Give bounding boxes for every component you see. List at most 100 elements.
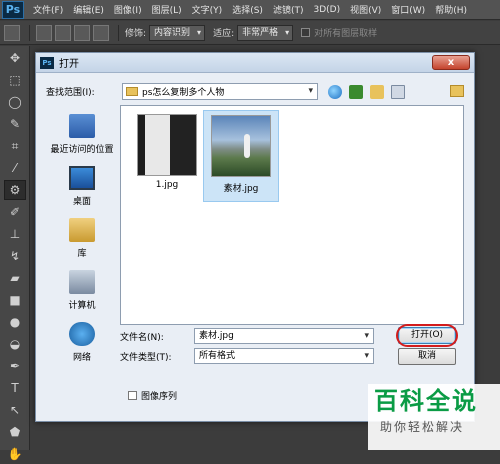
subtract-selection-icon[interactable] xyxy=(74,24,90,41)
quick-select-tool-icon[interactable]: ✎ xyxy=(4,114,26,134)
folder-browse-icon[interactable] xyxy=(450,85,464,97)
add-selection-icon[interactable] xyxy=(55,24,71,41)
place-label: 计算机 xyxy=(68,301,96,311)
gradient-tool-icon[interactable]: ■ xyxy=(4,290,26,310)
filename-input[interactable]: 素材.jpg xyxy=(194,328,374,344)
menu-window[interactable]: 窗口(W) xyxy=(386,3,430,16)
new-folder-icon[interactable] xyxy=(370,84,384,99)
patch-tool-icon[interactable]: ⚙ xyxy=(4,180,26,200)
menu-view[interactable]: 视图(V) xyxy=(345,3,386,16)
mode-select[interactable]: 内容识别 xyxy=(149,24,206,41)
watermark-subtitle: 助你轻松解决 xyxy=(380,420,465,434)
menu-select[interactable]: 选择(S) xyxy=(227,3,268,16)
watermark-logo: 百科全说 助你轻松解决 xyxy=(368,384,500,450)
place-label: 桌面 xyxy=(72,197,91,207)
filename-row: 文件名(N): 素材.jpg xyxy=(120,328,374,344)
network-icon xyxy=(69,322,95,346)
computer-icon xyxy=(69,270,95,294)
menu-help[interactable]: 帮助(H) xyxy=(430,3,472,16)
open-dialog: Ps 打开 x 查找范围(I): ps怎么复制多个人物 最近访问的位置 桌面 库 xyxy=(35,52,475,422)
recent-places-icon xyxy=(69,114,95,138)
cancel-button[interactable]: 取消 xyxy=(398,348,456,365)
file-name: 1.jpg xyxy=(155,180,179,190)
close-button[interactable]: x xyxy=(432,55,470,70)
filename-label: 文件名(N): xyxy=(120,332,164,343)
tool-preset-icon[interactable] xyxy=(4,24,20,41)
place-computer[interactable]: 计算机 xyxy=(46,261,118,313)
history-brush-tool-icon[interactable]: ↯ xyxy=(4,246,26,266)
file-thumbnail xyxy=(211,115,271,177)
pen-tool-icon[interactable]: ✒ xyxy=(4,356,26,376)
menu-image[interactable]: 图像(I) xyxy=(109,3,147,16)
move-tool-icon[interactable]: ✥ xyxy=(4,48,26,68)
hand-tool-icon[interactable]: ✋ xyxy=(4,444,26,464)
blur-tool-icon[interactable]: ● xyxy=(4,312,26,332)
library-icon xyxy=(69,218,95,242)
place-desktop[interactable]: 桌面 xyxy=(46,157,118,209)
back-icon[interactable] xyxy=(328,84,342,99)
place-library[interactable]: 库 xyxy=(46,209,118,261)
place-network[interactable]: 网络 xyxy=(46,313,118,365)
type-tool-icon[interactable]: T xyxy=(4,378,26,398)
look-in-value: ps怎么复制多个人物 xyxy=(142,88,225,98)
look-in-select[interactable]: ps怎么复制多个人物 xyxy=(122,83,318,100)
lasso-tool-icon[interactable]: ◯ xyxy=(4,92,26,112)
file-name: 素材.jpg xyxy=(223,184,259,194)
intersect-selection-icon[interactable] xyxy=(93,24,109,41)
stamp-tool-icon[interactable]: ⊥ xyxy=(4,224,26,244)
place-label: 最近访问的位置 xyxy=(50,145,114,155)
place-label: 网络 xyxy=(72,353,91,363)
file-item-sucai[interactable]: 素材.jpg xyxy=(203,110,279,202)
menu-layer[interactable]: 图层(L) xyxy=(147,3,187,16)
adaptation-select[interactable]: 非常严格 xyxy=(237,24,294,41)
menu-file[interactable]: 文件(F) xyxy=(28,3,68,16)
place-label: 库 xyxy=(77,249,87,259)
new-selection-icon[interactable] xyxy=(36,24,52,41)
dialog-title: 打开 xyxy=(59,59,79,70)
adaptation-label: 适应: xyxy=(213,29,235,39)
dodge-tool-icon[interactable]: ◒ xyxy=(4,334,26,354)
mode-label: 修饰: xyxy=(125,29,147,39)
filetype-select[interactable]: 所有格式 xyxy=(194,348,374,364)
image-sequence-label: 图像序列 xyxy=(141,392,178,402)
photoshop-logo: Ps xyxy=(2,0,24,19)
sample-all-layers-checkbox[interactable] xyxy=(301,28,311,37)
sample-all-layers-label: 对所有图层取样 xyxy=(314,29,378,39)
shape-tool-icon[interactable]: ⬟ xyxy=(4,422,26,442)
tools-panel: ✥ ⬚ ◯ ✎ ⌗ ⁄ ⚙ ✐ ⊥ ↯ ▰ ■ ● ◒ ✒ T ↖ ⬟ ✋ xyxy=(0,46,30,461)
look-in-label: 查找范围(I): xyxy=(46,88,95,98)
place-recent[interactable]: 最近访问的位置 xyxy=(46,105,118,157)
menu-bar: Ps 文件(F) 编辑(E) 图像(I) 图层(L) 文字(Y) 选择(S) 滤… xyxy=(0,0,500,20)
options-bar: 修饰: 内容识别 适应: 非常严格 对所有图层取样 xyxy=(0,21,500,45)
eraser-tool-icon[interactable]: ▰ xyxy=(4,268,26,288)
view-menu-icon[interactable] xyxy=(391,84,405,99)
desktop-icon xyxy=(69,166,95,190)
path-select-tool-icon[interactable]: ↖ xyxy=(4,400,26,420)
look-in-row: 查找范围(I): ps怎么复制多个人物 xyxy=(46,83,412,100)
file-thumbnail xyxy=(137,114,197,176)
menu-filter[interactable]: 滤镜(T) xyxy=(268,3,309,16)
highlight-circle xyxy=(396,324,458,347)
filetype-row: 文件类型(T): 所有格式 xyxy=(120,348,374,364)
folder-icon xyxy=(126,87,138,96)
up-folder-icon[interactable] xyxy=(349,84,363,99)
photoshop-small-icon: Ps xyxy=(40,56,54,69)
options-divider xyxy=(29,24,30,41)
places-bar: 最近访问的位置 桌面 库 计算机 网络 xyxy=(46,105,118,363)
options-divider xyxy=(118,24,119,41)
navigation-icons xyxy=(328,84,412,99)
watermark-title: 百科全说 xyxy=(374,387,478,415)
file-list: 1.jpg 素材.jpg xyxy=(120,105,464,325)
menu-3d[interactable]: 3D(D) xyxy=(308,5,345,15)
brush-tool-icon[interactable]: ✐ xyxy=(4,202,26,222)
filetype-label: 文件类型(T): xyxy=(120,352,172,363)
eyedropper-tool-icon[interactable]: ⁄ xyxy=(4,158,26,178)
menu-type[interactable]: 文字(Y) xyxy=(187,3,228,16)
image-sequence-checkbox[interactable] xyxy=(128,391,137,400)
crop-tool-icon[interactable]: ⌗ xyxy=(4,136,26,156)
menu-edit[interactable]: 编辑(E) xyxy=(68,3,109,16)
dialog-titlebar: Ps 打开 xyxy=(36,53,474,73)
marquee-tool-icon[interactable]: ⬚ xyxy=(4,70,26,90)
image-sequence-row: 图像序列 xyxy=(128,389,177,402)
file-item-1jpg[interactable]: 1.jpg xyxy=(129,110,205,202)
